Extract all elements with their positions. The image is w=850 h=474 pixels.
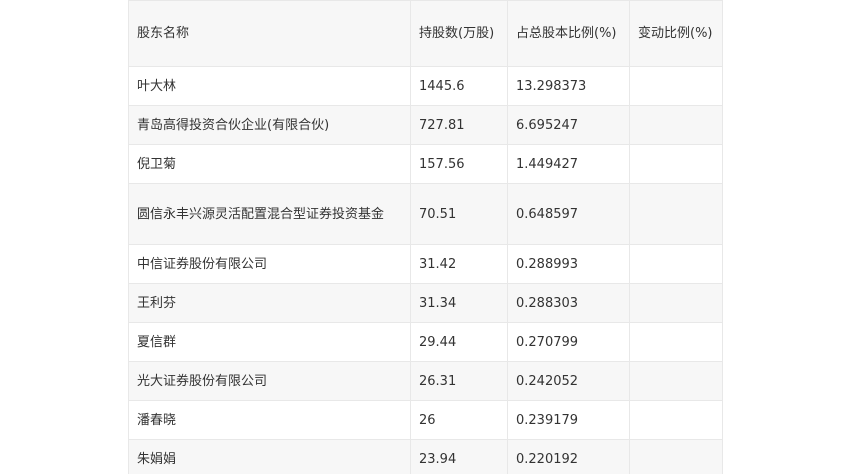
cell-change-ratio: [629, 105, 723, 145]
cell-shareholder-name: 青岛高得投资合伙企业(有限合伙): [128, 105, 411, 145]
cell-ratio: 13.298373: [507, 66, 630, 106]
header-shareholder-name: 股东名称: [128, 0, 411, 67]
cell-shareholder-name: 夏信群: [128, 322, 411, 362]
cell-shareholder-name: 叶大林: [128, 66, 411, 106]
cell-shareholder-name: 倪卫菊: [128, 144, 411, 184]
cell-shares: 26.31: [410, 361, 508, 401]
cell-change-ratio: [629, 439, 723, 474]
cell-change-ratio: [629, 183, 723, 245]
cell-shares: 31.34: [410, 283, 508, 323]
table-row: 朱娟娟 23.94 0.220192: [128, 439, 723, 474]
cell-shares: 26: [410, 400, 508, 440]
cell-change-ratio: [629, 66, 723, 106]
cell-shareholder-name: 中信证券股份有限公司: [128, 244, 411, 284]
header-change-ratio: 变动比例(%): [629, 0, 723, 67]
cell-ratio: 0.270799: [507, 322, 630, 362]
cell-shares: 23.94: [410, 439, 508, 474]
table-header: 股东名称 持股数(万股) 占总股本比例(%) 变动比例(%): [128, 0, 723, 67]
cell-change-ratio: [629, 361, 723, 401]
table-row: 倪卫菊 157.56 1.449427: [128, 144, 723, 184]
table-row: 王利芬 31.34 0.288303: [128, 283, 723, 323]
cell-change-ratio: [629, 400, 723, 440]
cell-shares: 157.56: [410, 144, 508, 184]
cell-shareholder-name: 朱娟娟: [128, 439, 411, 474]
cell-shares: 1445.6: [410, 66, 508, 106]
cell-ratio: 0.288993: [507, 244, 630, 284]
cell-shareholder-name: 王利芬: [128, 283, 411, 323]
cell-change-ratio: [629, 283, 723, 323]
cell-shares: 31.42: [410, 244, 508, 284]
table-row: 叶大林 1445.6 13.298373: [128, 66, 723, 106]
cell-ratio: 1.449427: [507, 144, 630, 184]
table-row: 中信证券股份有限公司 31.42 0.288993: [128, 244, 723, 284]
cell-ratio: 0.288303: [507, 283, 630, 323]
cell-ratio: 0.239179: [507, 400, 630, 440]
table-row: 圆信永丰兴源灵活配置混合型证券投资基金 70.51 0.648597: [128, 183, 723, 245]
cell-ratio: 0.242052: [507, 361, 630, 401]
cell-shareholder-name: 潘春晓: [128, 400, 411, 440]
cell-shareholder-name: 圆信永丰兴源灵活配置混合型证券投资基金: [128, 183, 411, 245]
table-body: 叶大林 1445.6 13.298373 青岛高得投资合伙企业(有限合伙) 72…: [128, 66, 723, 474]
cell-ratio: 0.220192: [507, 439, 630, 474]
table-row: 夏信群 29.44 0.270799: [128, 322, 723, 362]
cell-change-ratio: [629, 244, 723, 284]
cell-change-ratio: [629, 144, 723, 184]
cell-ratio: 0.648597: [507, 183, 630, 245]
cell-shareholder-name: 光大证券股份有限公司: [128, 361, 411, 401]
cell-shares: 70.51: [410, 183, 508, 245]
cell-shares: 29.44: [410, 322, 508, 362]
header-ratio: 占总股本比例(%): [507, 0, 630, 67]
cell-shares: 727.81: [410, 105, 508, 145]
shareholders-table: 股东名称 持股数(万股) 占总股本比例(%) 变动比例(%) 叶大林 1445.…: [128, 0, 723, 474]
header-shares: 持股数(万股): [410, 0, 508, 67]
table-row: 青岛高得投资合伙企业(有限合伙) 727.81 6.695247: [128, 105, 723, 145]
shareholders-table-container: 股东名称 持股数(万股) 占总股本比例(%) 变动比例(%) 叶大林 1445.…: [128, 0, 723, 474]
cell-change-ratio: [629, 322, 723, 362]
table-row: 光大证券股份有限公司 26.31 0.242052: [128, 361, 723, 401]
table-row: 潘春晓 26 0.239179: [128, 400, 723, 440]
header-row: 股东名称 持股数(万股) 占总股本比例(%) 变动比例(%): [128, 0, 723, 67]
cell-ratio: 6.695247: [507, 105, 630, 145]
